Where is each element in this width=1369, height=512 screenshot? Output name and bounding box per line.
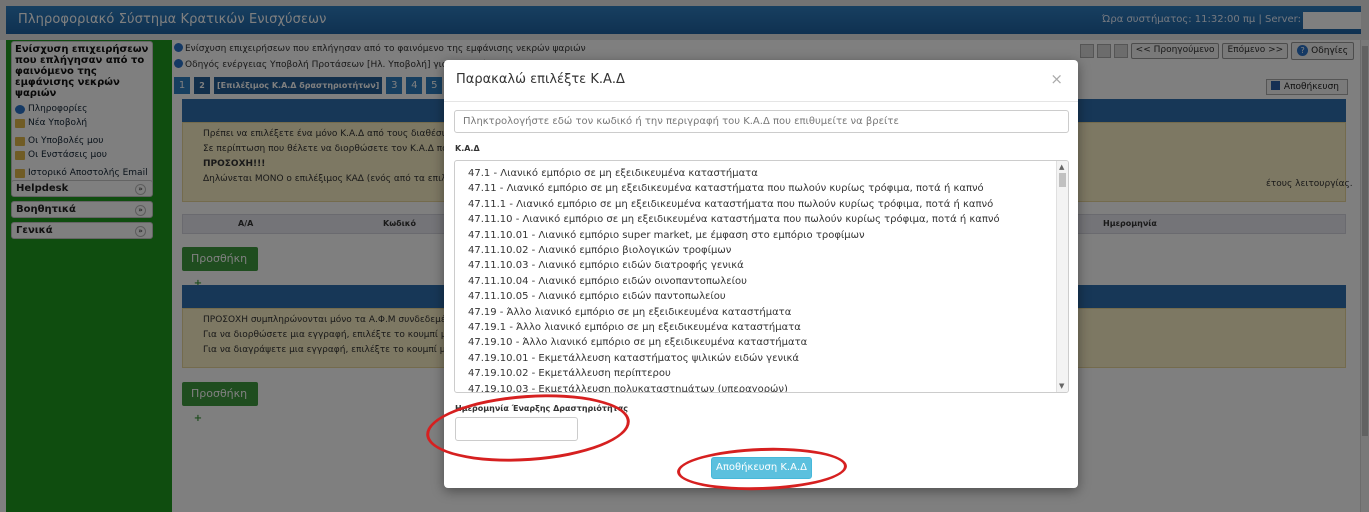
kad-option[interactable]: 47.19.10 - Άλλο λιανικό εμπόριο σε μη εξ… [468,335,1068,350]
kad-search-input[interactable] [454,110,1069,133]
kad-option[interactable]: 47.19.10.02 - Εκμετάλλευση περίπτερου [468,366,1068,381]
kad-option[interactable]: 47.1 - Λιανικό εμπόριο σε μη εξειδικευμέ… [468,166,1068,181]
kad-option[interactable]: 47.19.10.01 - Εκμετάλλευση καταστήματος … [468,351,1068,366]
kad-option[interactable]: 47.11.10.04 - Λιανικό εμπόριο ειδών οινο… [468,274,1068,289]
kad-option[interactable]: 47.11.10.03 - Λιανικό εμπόριο ειδών διατ… [468,258,1068,273]
kad-option[interactable]: 47.11.10.01 - Λιανικό εμπόριο super mark… [468,228,1068,243]
kad-option[interactable]: 47.11 - Λιανικό εμπόριο σε μη εξειδικευμ… [468,181,1068,196]
close-icon[interactable]: × [1050,70,1063,88]
kad-option[interactable]: 47.11.10.05 - Λιανικό εμπόριο ειδών παντ… [468,289,1068,304]
modal-title: Παρακαλώ επιλέξτε Κ.Α.Δ [456,72,625,87]
kad-option[interactable]: 47.19 - Άλλο λιανικό εμπόριο σε μη εξειδ… [468,305,1068,320]
kad-label: Κ.Α.Δ [455,144,480,153]
listbox-scrollbar[interactable]: ▲ ▼ [1056,161,1068,392]
kad-option[interactable]: 47.11.10.02 - Λιανικό εμπόριο βιολογικών… [468,243,1068,258]
scroll-down-icon[interactable]: ▼ [1059,382,1064,390]
kad-option[interactable]: 47.19.10.03 - Εκμετάλλευση πολυκαταστημά… [468,382,1068,392]
kad-listbox[interactable]: 47.1 - Λιανικό εμπόριο σε μη εξειδικευμέ… [454,160,1069,393]
modal-divider [444,101,1078,102]
kad-option[interactable]: 47.19.1 - Άλλο λιανικό εμπόριο σε μη εξε… [468,320,1068,335]
kad-option[interactable]: 47.11.10 - Λιανικό εμπόριο σε μη εξειδικ… [468,212,1068,227]
scroll-up-icon[interactable]: ▲ [1059,163,1064,171]
kad-option[interactable]: 47.11.1 - Λιανικό εμπόριο σε μη εξειδικε… [468,197,1068,212]
listbox-scrollbar-thumb[interactable] [1059,173,1066,187]
